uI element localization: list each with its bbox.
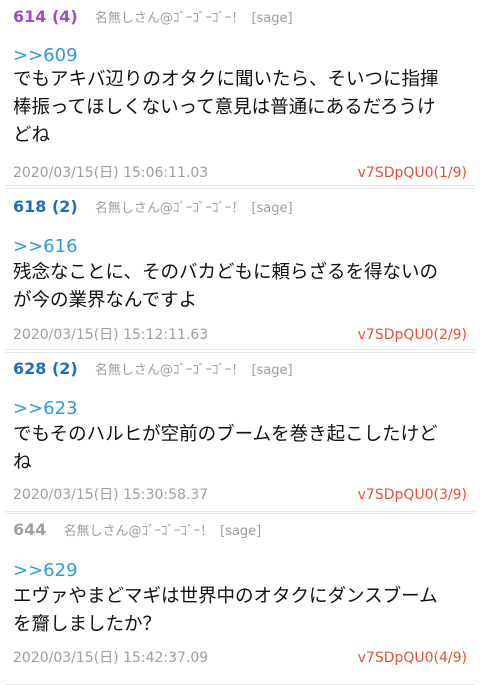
reply-anchor-link[interactable]: >>623 bbox=[13, 397, 78, 421]
post-number[interactable]: 644 bbox=[13, 520, 46, 539]
post-header: 628 (2) 名無しさん@ｺﾞｰｺﾞｰｺﾞｰ！ [sage] bbox=[13, 357, 293, 383]
post-card: 644 名無しさん@ｺﾞｰｺﾞｰｺﾞｰ！ [sage] >>629 エヴァやまど… bbox=[5, 513, 475, 685]
post-body-line: 棒振ってほしくないって意見は普通にあるだろうけ bbox=[13, 97, 436, 118]
post-header: 618 (2) 名無しさん@ｺﾞｰｺﾞｰｺﾞｰ！ [sage] bbox=[13, 195, 293, 221]
poster-mail: [sage] bbox=[251, 363, 293, 378]
post-date: 2020/03/15(日) 15:30:58.37 bbox=[13, 487, 209, 503]
post-id-link[interactable]: v7SDpQU0(3/9) bbox=[358, 485, 467, 505]
poster-mail: [sage] bbox=[251, 11, 293, 26]
post-number[interactable]: 618 (2) bbox=[13, 197, 78, 216]
post-card: 614 (4) 名無しさん@ｺﾞｰｺﾞｰｺﾞｰ！ [sage] >>609 でも… bbox=[5, 0, 475, 186]
post-card: 628 (2) 名無しさん@ｺﾞｰｺﾞｰｺﾞｰ！ [sage] >>623 でも… bbox=[5, 352, 475, 512]
post-body-line: 残念なことに、そのバカどもに頼らざるを得ないの bbox=[13, 262, 438, 283]
post-body: エヴァやまどマギは世界中のオタクにダンスブーム を齎しましたか？ bbox=[13, 583, 471, 639]
reply-anchor-link[interactable]: >>609 bbox=[13, 44, 78, 68]
post-body-line: でもそのハルヒが空前のブームを巻き起こしたけど bbox=[13, 424, 438, 445]
post-number[interactable]: 628 (2) bbox=[13, 359, 78, 378]
poster-mail: [sage] bbox=[251, 201, 293, 216]
post-body-line: どね bbox=[13, 125, 51, 146]
post-body-line: ね bbox=[13, 452, 32, 473]
poster-name: 名無しさん@ｺﾞｰｺﾞｰｺﾞｰ！ bbox=[94, 363, 245, 378]
post-id-link[interactable]: v7SDpQU0(1/9) bbox=[358, 163, 467, 183]
poster-name: 名無しさん@ｺﾞｰｺﾞｰｺﾞｰ！ bbox=[94, 11, 245, 26]
post-date: 2020/03/15(日) 15:06:11.03 bbox=[13, 165, 209, 181]
post-body: でもアキバ辺りのオタクに聞いたら、そいつに指揮 棒振ってほしくないって意見は普通… bbox=[13, 66, 471, 150]
post-date: 2020/03/15(日) 15:12:11.63 bbox=[13, 327, 209, 343]
post-date: 2020/03/15(日) 15:42:37.09 bbox=[13, 650, 209, 666]
post-number[interactable]: 614 (4) bbox=[13, 7, 78, 26]
post-id-link[interactable]: v7SDpQU0(4/9) bbox=[358, 648, 467, 668]
post-body: 残念なことに、そのバカどもに頼らざるを得ないの が今の業界なんですよ bbox=[13, 259, 471, 315]
post-card: 618 (2) 名無しさん@ｺﾞｰｺﾞｰｺﾞｰ！ [sage] >>616 残念… bbox=[5, 188, 475, 350]
post-header: 644 名無しさん@ｺﾞｰｺﾞｰｺﾞｰ！ [sage] bbox=[13, 518, 261, 544]
reply-anchor-link[interactable]: >>629 bbox=[13, 559, 78, 583]
post-body-line: エヴァやまどマギは世界中のオタクにダンスブーム bbox=[13, 586, 438, 607]
post-body-line: でもアキバ辺りのオタクに聞いたら、そいつに指揮 bbox=[13, 69, 439, 90]
post-body-line: を齎しましたか？ bbox=[13, 614, 162, 635]
reply-anchor-link[interactable]: >>616 bbox=[13, 235, 78, 259]
post-body: でもそのハルヒが空前のブームを巻き起こしたけど ね bbox=[13, 421, 471, 477]
post-header: 614 (4) 名無しさん@ｺﾞｰｺﾞｰｺﾞｰ！ [sage] bbox=[13, 5, 293, 31]
post-id-link[interactable]: v7SDpQU0(2/9) bbox=[358, 325, 467, 345]
post-body-line: が今の業界なんですよ bbox=[13, 290, 198, 311]
poster-name: 名無しさん@ｺﾞｰｺﾞｰｺﾞｰ！ bbox=[63, 524, 214, 539]
poster-name: 名無しさん@ｺﾞｰｺﾞｰｺﾞｰ！ bbox=[94, 201, 245, 216]
poster-mail: [sage] bbox=[220, 524, 262, 539]
